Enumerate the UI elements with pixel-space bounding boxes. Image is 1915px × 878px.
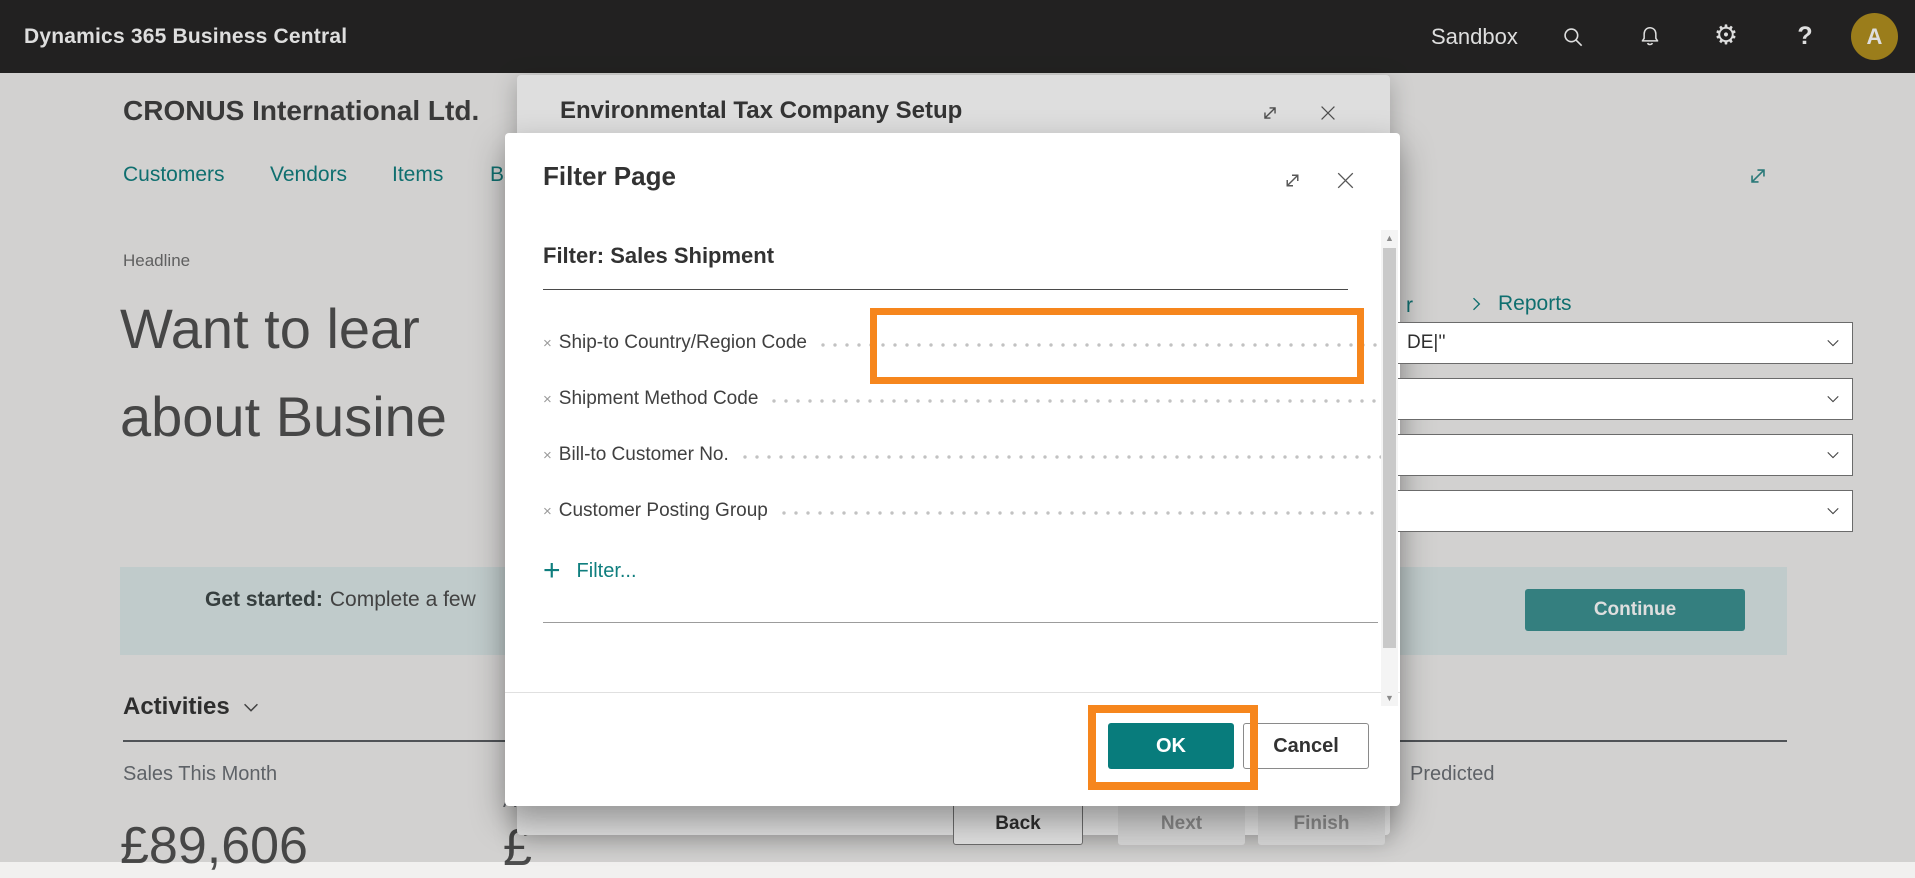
filter-field-label: Bill-to Customer No. — [559, 444, 729, 466]
remove-filter-icon[interactable]: × — [543, 503, 552, 520]
filter-row-customer-posting-group: × Customer Posting Group — [543, 491, 1853, 531]
filter-modal-title: Filter Page — [543, 161, 676, 192]
filter-row-ship-to-country: × Ship-to Country/Region Code DE|'' — [543, 323, 1853, 363]
remove-filter-icon[interactable]: × — [543, 335, 552, 352]
filter-value-combobox[interactable] — [1393, 434, 1853, 476]
combobox-chevron-icon[interactable] — [1824, 334, 1842, 352]
expand-modal-icon[interactable] — [1281, 169, 1303, 191]
dotted-leader — [739, 454, 1381, 460]
filter-value-text: DE|'' — [1407, 332, 1446, 354]
filter-value-combobox[interactable]: DE|'' — [1393, 322, 1853, 364]
filter-subtitle: Filter: Sales Shipment — [543, 243, 774, 269]
plus-icon: + — [543, 557, 561, 585]
add-filter-label: Filter... — [577, 560, 637, 583]
combobox-chevron-icon[interactable] — [1824, 502, 1842, 520]
scrollbar-up-icon[interactable]: ▲ — [1381, 231, 1398, 245]
dotted-leader — [778, 510, 1381, 516]
add-filter-link[interactable]: + Filter... — [543, 557, 637, 585]
scrollbar-down-icon[interactable]: ▼ — [1381, 691, 1398, 705]
filter-page-modal: Filter Page Filter: Sales Shipment × Shi… — [505, 133, 1400, 806]
subtitle-divider — [543, 289, 1348, 290]
filter-field-label: Shipment Method Code — [559, 388, 759, 410]
filter-value-combobox[interactable] — [1393, 378, 1853, 420]
ok-button[interactable]: OK — [1108, 723, 1234, 769]
filter-row-shipment-method: × Shipment Method Code — [543, 379, 1853, 419]
filter-field-label: Customer Posting Group — [559, 500, 768, 522]
combobox-chevron-icon[interactable] — [1824, 446, 1842, 464]
remove-filter-icon[interactable]: × — [543, 391, 552, 408]
dotted-leader — [817, 342, 1381, 348]
scrollbar-thumb[interactable] — [1383, 248, 1396, 648]
filter-field-label: Ship-to Country/Region Code — [559, 332, 807, 354]
modal-scrollbar[interactable]: ▲ ▼ — [1381, 230, 1398, 706]
filter-value-combobox[interactable] — [1393, 490, 1853, 532]
content-divider — [543, 622, 1378, 623]
combobox-chevron-icon[interactable] — [1824, 390, 1842, 408]
dotted-leader — [768, 398, 1381, 404]
remove-filter-icon[interactable]: × — [543, 447, 552, 464]
cancel-button[interactable]: Cancel — [1243, 723, 1369, 769]
close-modal-icon[interactable] — [1333, 168, 1355, 190]
footer-divider — [505, 692, 1400, 693]
filter-row-bill-to-customer: × Bill-to Customer No. — [543, 435, 1853, 475]
